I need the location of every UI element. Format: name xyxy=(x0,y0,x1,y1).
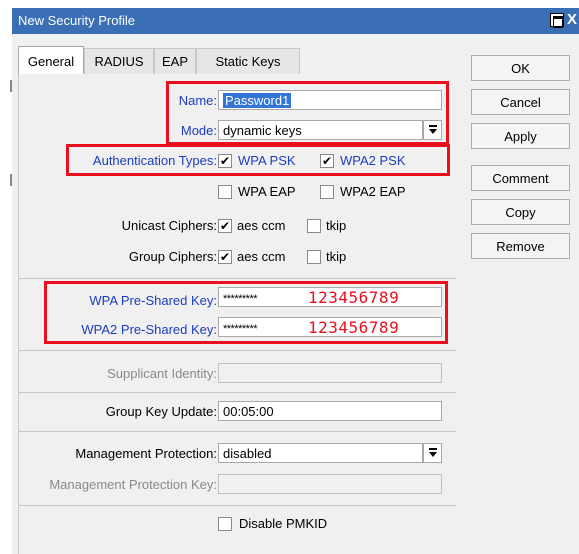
highlight-name-mode xyxy=(166,81,449,145)
group-tkip-checkbox[interactable] xyxy=(307,250,321,264)
unicast-tkip-label: tkip xyxy=(326,218,347,233)
unicast-aes-checkbox[interactable]: ✔ xyxy=(218,219,232,233)
supplicant-identity-input xyxy=(218,363,442,383)
management-protection-select[interactable]: disabled xyxy=(218,443,423,463)
disable-pmkid-checkbox[interactable] xyxy=(218,517,232,531)
wpa-eap-checkbox[interactable] xyxy=(218,185,232,199)
comment-button[interactable]: Comment xyxy=(471,165,570,191)
title-bar[interactable]: New Security Profile X xyxy=(12,8,579,34)
window-title: New Security Profile xyxy=(18,13,136,28)
group-tkip-label: tkip xyxy=(326,249,347,264)
tab-eap[interactable]: EAP xyxy=(154,48,196,74)
separator xyxy=(18,431,456,432)
ok-button[interactable]: OK xyxy=(471,55,570,81)
management-protection-dropdown-icon[interactable] xyxy=(423,443,442,463)
group-aes-label: aes ccm xyxy=(237,249,286,264)
wpa-eap-label: WPA EAP xyxy=(238,184,296,199)
separator xyxy=(18,505,456,506)
separator xyxy=(18,350,456,351)
background-window-edge xyxy=(0,34,12,554)
maximize-icon[interactable] xyxy=(550,13,564,28)
separator xyxy=(18,278,456,279)
group-ciphers-label: Group Ciphers: xyxy=(128,249,217,264)
highlight-auth-types xyxy=(66,144,450,176)
apply-button[interactable]: Apply xyxy=(471,123,570,149)
tab-static-keys[interactable]: Static Keys xyxy=(196,48,300,74)
unicast-aes-label: aes ccm xyxy=(237,218,286,233)
separator xyxy=(18,392,456,393)
close-icon[interactable]: X xyxy=(567,11,577,28)
wpa2-eap-checkbox[interactable] xyxy=(320,185,334,199)
management-protection-key-input xyxy=(218,474,442,494)
group-key-update-input[interactable]: 00:05:00 xyxy=(218,401,442,421)
disable-pmkid-label: Disable PMKID xyxy=(239,516,328,531)
tab-radius[interactable]: RADIUS xyxy=(84,48,154,74)
supplicant-identity-label: Supplicant Identity: xyxy=(107,366,217,381)
management-protection-key-label: Management Protection Key: xyxy=(49,477,217,492)
wpa2-eap-label: WPA2 EAP xyxy=(340,184,406,199)
copy-button[interactable]: Copy xyxy=(471,199,570,225)
tab-general[interactable]: General xyxy=(18,46,84,74)
unicast-tkip-checkbox[interactable] xyxy=(307,219,321,233)
management-protection-label: Management Protection: xyxy=(75,446,217,461)
cancel-button[interactable]: Cancel xyxy=(471,89,570,115)
remove-button[interactable]: Remove xyxy=(471,233,570,259)
unicast-ciphers-label: Unicast Ciphers: xyxy=(121,218,217,233)
group-key-update-label: Group Key Update: xyxy=(105,404,217,419)
highlight-psk-keys xyxy=(44,281,448,344)
group-aes-checkbox[interactable]: ✔ xyxy=(218,250,232,264)
